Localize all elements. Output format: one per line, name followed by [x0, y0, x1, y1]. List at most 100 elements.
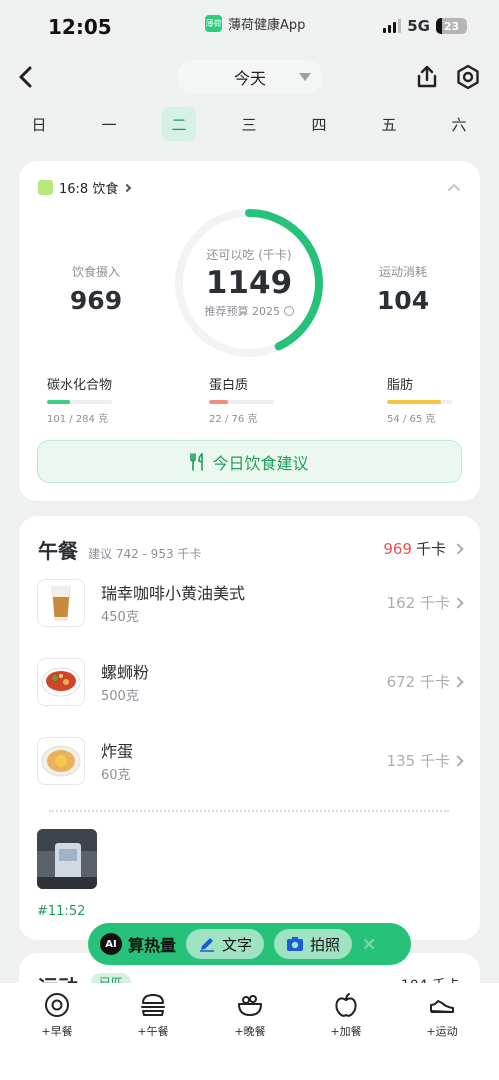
photo-time: #11:52: [37, 904, 86, 919]
remaining-block[interactable]: 还可以吃 (千卡) 1149 推荐预算 2025: [172, 246, 326, 319]
tab-label: +运动: [426, 1025, 458, 1038]
photo-input-button[interactable]: 拍照: [274, 929, 353, 959]
tab-add-exercise[interactable]: +运动: [406, 991, 478, 1039]
food-weight: 60克: [101, 768, 131, 783]
chevron-right-icon: [452, 542, 464, 555]
meal-total-link[interactable]: 969 千卡: [383, 538, 464, 559]
signal-icon: [383, 19, 402, 33]
network-type: 5G: [407, 17, 430, 35]
food-item[interactable]: 炸蛋 60克 135 千卡: [37, 732, 464, 792]
food-kcal: 672 千卡: [387, 671, 464, 692]
food-weight: 450克: [101, 610, 139, 625]
lunch-header: 午餐 建议 742 - 953 千卡: [38, 535, 201, 564]
divider: [49, 810, 449, 812]
breakfast-icon: [45, 993, 69, 1017]
back-icon[interactable]: [14, 64, 40, 90]
chevron-right-icon: [452, 596, 464, 609]
food-weight: 500克: [101, 689, 139, 704]
app-name: 薄荷健康App: [228, 18, 306, 33]
intake-value: 969: [69, 286, 123, 315]
macro-bar-fill: [47, 400, 71, 404]
food-name: 瑞幸咖啡小黄油美式: [101, 584, 246, 603]
day-tue[interactable]: 二: [162, 107, 196, 141]
text-input-button[interactable]: 文字: [186, 929, 265, 959]
macro-bar-fill: [209, 400, 228, 404]
dinner-bowl-icon: [238, 995, 262, 1016]
battery-level: 23: [443, 19, 460, 33]
camera-icon: [287, 937, 304, 951]
day-sat[interactable]: 六: [442, 107, 476, 141]
sneaker-icon: [430, 1000, 454, 1013]
macro-carbs: 碳水化合物 101 / 284 克: [47, 374, 167, 425]
fork-knife-icon: [190, 452, 204, 471]
text-input-label: 文字: [222, 935, 253, 954]
food-name: 炸蛋: [101, 742, 134, 761]
burn-label: 运动消耗: [378, 265, 427, 279]
collapse-icon[interactable]: [448, 182, 460, 194]
diet-suggestion-button[interactable]: 今日饮食建议: [37, 440, 462, 483]
day-thu[interactable]: 四: [302, 107, 336, 141]
noodle-bowl-icon: [37, 658, 85, 706]
tab-add-lunch[interactable]: +午餐: [117, 991, 189, 1039]
apple-icon: [335, 993, 357, 1017]
macro-bar: [387, 400, 452, 404]
fasting-plan-link[interactable]: 16:8 饮食: [38, 178, 132, 197]
day-wed[interactable]: 三: [232, 107, 266, 141]
food-item[interactable]: 螺蛳粉 500克 672 千卡: [37, 653, 464, 713]
info-icon[interactable]: [283, 306, 294, 316]
food-item[interactable]: 瑞幸咖啡小黄油美式 450克 162 千卡: [37, 574, 464, 634]
tab-label: +加餐: [330, 1025, 362, 1038]
share-icon[interactable]: [414, 64, 440, 90]
macro-name: 脂肪: [387, 378, 414, 393]
pencil-icon: [200, 938, 215, 952]
macro-name: 蛋白质: [209, 378, 249, 393]
top-nav: 今天: [0, 58, 499, 98]
burn-value: 104: [376, 286, 430, 315]
ai-bar-title: 算热量: [128, 936, 177, 955]
settings-icon[interactable]: [455, 64, 481, 90]
close-icon[interactable]: [362, 937, 376, 951]
food-kcal-value: 135 千卡: [386, 752, 450, 770]
diet-suggestion-label: 今日饮食建议: [212, 453, 309, 473]
intake-label: 饮食摄入: [71, 265, 120, 279]
tab-add-dinner[interactable]: +晚餐: [214, 991, 286, 1039]
status-bar: 12:05 薄荷 薄荷健康App 5G 23: [0, 0, 499, 56]
intake-stat: 饮食摄入 969: [41, 263, 151, 315]
meal-suggested-range: 建议 742 - 953 千卡: [88, 547, 202, 561]
macro-bar: [209, 400, 274, 404]
food-kcal-value: 162 千卡: [386, 594, 450, 612]
tab-add-breakfast[interactable]: +早餐: [21, 991, 93, 1039]
bottom-tabbar: +早餐 +午餐 +晚餐 +加餐 +运动: [0, 983, 499, 1080]
food-name: 螺蛳粉: [101, 663, 150, 682]
food-kcal: 162 千卡: [386, 592, 464, 613]
day-sun[interactable]: 日: [22, 107, 56, 141]
ai-calorie-bar: AI 算热量 文字 拍照: [88, 923, 411, 965]
day-fri[interactable]: 五: [372, 107, 406, 141]
chevron-right-icon: [452, 675, 464, 688]
macro-name: 碳水化合物: [47, 378, 113, 393]
date-selector[interactable]: 今天: [177, 60, 323, 94]
meal-total-unit: 千卡: [415, 540, 446, 558]
ai-icon: AI: [100, 933, 122, 955]
date-label: 今天: [233, 69, 266, 88]
tab-add-snack[interactable]: +加餐: [310, 991, 382, 1039]
day-mon[interactable]: 一: [92, 107, 126, 141]
remaining-label: 还可以吃 (千卡): [206, 248, 292, 262]
macro-bar-fill: [387, 400, 441, 404]
burger-icon: [141, 994, 165, 1016]
food-kcal: 135 千卡: [386, 750, 464, 771]
remaining-value: 1149: [205, 265, 293, 301]
tab-label: +早餐: [41, 1025, 73, 1038]
meal-photo[interactable]: [37, 829, 97, 889]
macro-amount: 22 / 76 克: [209, 414, 258, 425]
meal-total-value: 969: [383, 539, 412, 558]
budget-label: 推荐预算 2025: [204, 305, 281, 318]
macro-amount: 101 / 284 克: [47, 414, 109, 425]
calorie-summary-card: 16:8 饮食 饮食摄入 969 还可以吃 (千卡) 1149 推荐预算 202…: [19, 161, 480, 501]
app-logo-icon: 薄荷: [205, 15, 222, 32]
tab-label: +晚餐: [234, 1025, 266, 1038]
macro-bar: [47, 400, 112, 404]
battery-icon: 23: [436, 18, 467, 34]
status-time: 12:05: [48, 15, 112, 39]
week-selector: 日 一 二 三 四 五 六: [0, 106, 499, 144]
